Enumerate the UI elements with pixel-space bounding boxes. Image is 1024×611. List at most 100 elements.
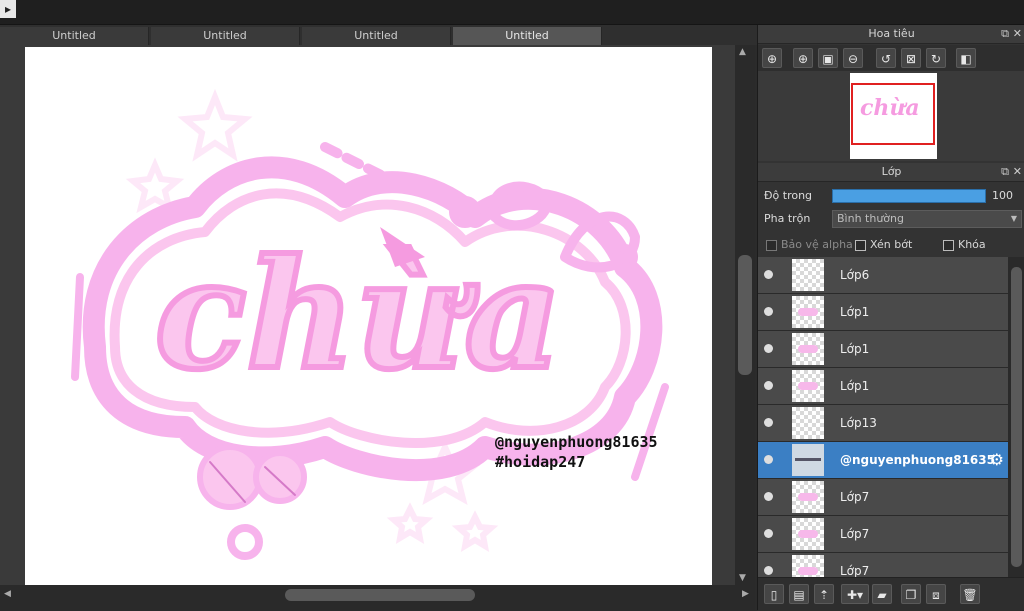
layer-name: Lớp7: [840, 527, 870, 541]
zoom-actual-icon[interactable]: ▣: [818, 48, 838, 68]
navigator-title: Hoa tiêu: [868, 27, 915, 40]
layer-name: Lớp1: [840, 342, 870, 356]
undock-icon[interactable]: ⧉: [1001, 25, 1009, 43]
layer-thumbnail: [792, 259, 824, 291]
layer-thumbnail: [792, 407, 824, 439]
layer-thumbnail: [792, 555, 824, 577]
layer-name: Lớp1: [840, 379, 870, 393]
layer-list-scrollbar[interactable]: [1008, 257, 1024, 577]
visibility-icon[interactable]: [764, 381, 773, 390]
undock-icon[interactable]: ⧉: [1001, 163, 1009, 181]
layer-thumbnail: [792, 444, 824, 476]
checkbox-box[interactable]: [766, 239, 777, 251]
navigator-toolbar: ⊕ ⊕ ▣ ⊖ ↺ ⊠ ↻ ◧: [758, 45, 1024, 71]
visibility-icon[interactable]: [764, 307, 773, 316]
flip-icon[interactable]: ◧: [956, 48, 976, 68]
right-panel: Hoa tiêu ⧉ ✕ ⊕ ⊕ ▣ ⊖ ↺ ⊠ ↻ ◧ chừa Lớp ⧉ …: [757, 25, 1024, 611]
thumbnail-text: chừa: [860, 95, 920, 121]
document-tabs: Untitled Untitled Untitled Untitled: [0, 25, 757, 45]
checkbox-box[interactable]: [943, 239, 954, 251]
drawing-canvas[interactable]: chừa @nguyenphuong81635 #hoidap247: [25, 47, 712, 585]
layer-thumbnail: [792, 296, 824, 328]
navigator-preview[interactable]: chừa: [758, 71, 1024, 161]
visibility-icon[interactable]: [764, 418, 773, 427]
vertical-scroll-thumb[interactable]: [738, 255, 752, 375]
artwork-title: chừa: [155, 227, 562, 403]
zoom-in-icon[interactable]: ⊕: [762, 48, 782, 68]
blend-mode-value: Bình thường: [837, 212, 904, 225]
visibility-icon[interactable]: [764, 529, 773, 538]
duplicate-layer-icon[interactable]: ❐: [901, 584, 921, 604]
layer-row[interactable]: Lớp7: [758, 479, 1008, 516]
fit-window-icon[interactable]: ⊠: [901, 48, 921, 68]
zoom-out-icon[interactable]: ⊖: [843, 48, 863, 68]
layer-row[interactable]: Lớp7: [758, 553, 1008, 577]
new-layer-icon[interactable]: ▯: [764, 584, 784, 604]
scroll-right-icon[interactable]: ▶: [742, 589, 749, 599]
clipping-label: Xén bớt: [870, 238, 913, 251]
rotate-right-icon[interactable]: ↻: [926, 48, 946, 68]
layers-header: Lớp ⧉ ✕: [758, 163, 1024, 182]
watermark-hashtag: #hoidap247: [495, 453, 585, 471]
add-layer-menu-icon[interactable]: ✚▾: [841, 584, 869, 604]
layer-row[interactable]: Lớp1: [758, 331, 1008, 368]
layer-row[interactable]: Lớp6: [758, 257, 1008, 294]
close-icon[interactable]: ✕: [1013, 25, 1022, 43]
clipping-checkbox[interactable]: Xén bớt: [855, 235, 912, 255]
navigator-header: Hoa tiêu ⧉ ✕: [758, 25, 1024, 44]
layer-row[interactable]: Lớp13: [758, 405, 1008, 442]
gear-icon[interactable]: ⚙: [990, 450, 1004, 470]
layer-list[interactable]: Lớp6 Lớp1 Lớp1 Lớp1 Lớp13 @nguyenphuong8…: [758, 257, 1008, 577]
visibility-icon[interactable]: [764, 492, 773, 501]
lock-checkbox[interactable]: Khóa: [943, 235, 986, 255]
tab-untitled-2[interactable]: Untitled: [151, 27, 300, 45]
trash-icon[interactable]: 🗑: [960, 584, 980, 604]
opacity-slider[interactable]: [832, 189, 986, 203]
layer-thumbnail: [792, 370, 824, 402]
blend-row: Pha trộn Bình thường ▼: [758, 208, 1024, 230]
layer-name: Lớp7: [840, 490, 870, 504]
blend-mode-select[interactable]: Bình thường ▼: [832, 210, 1022, 228]
layer-scroll-thumb[interactable]: [1011, 267, 1022, 567]
layer-options: Bảo vệ alpha Xén bớt Khóa: [758, 235, 1024, 255]
folder-icon[interactable]: ▰: [872, 584, 892, 604]
visibility-icon[interactable]: [764, 344, 773, 353]
chevron-down-icon: ▼: [1010, 214, 1017, 223]
import-layer-icon[interactable]: ⇡: [814, 584, 834, 604]
layer-row[interactable]: Lớp7: [758, 516, 1008, 553]
scroll-left-icon[interactable]: ◀: [4, 589, 11, 599]
new-layer-folder-icon[interactable]: ▤: [789, 584, 809, 604]
canvas-thumbnail[interactable]: chừa: [850, 73, 937, 159]
layer-row[interactable]: Lớp1: [758, 294, 1008, 331]
layers-title: Lớp: [881, 165, 902, 178]
layer-name: Lớp1: [840, 305, 870, 319]
tab-untitled-4[interactable]: Untitled: [453, 27, 602, 45]
visibility-icon[interactable]: [764, 455, 773, 464]
tab-untitled-3[interactable]: Untitled: [302, 27, 451, 45]
menu-arrow-icon[interactable]: ▸: [0, 0, 16, 18]
protect-alpha-checkbox[interactable]: Bảo vệ alpha: [766, 235, 853, 255]
checkbox-box[interactable]: [855, 239, 866, 251]
canvas-area[interactable]: chừa @nguyenphuong81635 #hoidap247: [0, 45, 735, 585]
layer-row-selected[interactable]: @nguyenphuong81635 ⚙: [758, 442, 1008, 479]
layer-name: @nguyenphuong81635: [840, 453, 995, 467]
visibility-icon[interactable]: [764, 566, 773, 575]
tab-untitled-1[interactable]: Untitled: [0, 27, 149, 45]
layer-row[interactable]: Lớp1: [758, 368, 1008, 405]
merge-layer-icon[interactable]: ⧈: [926, 584, 946, 604]
layer-thumbnail: [792, 333, 824, 365]
zoom-fit-icon[interactable]: ⊕: [793, 48, 813, 68]
scroll-up-icon[interactable]: ▲: [739, 47, 746, 57]
rotate-left-icon[interactable]: ↺: [876, 48, 896, 68]
blend-label: Pha trộn: [764, 212, 811, 225]
canvas-vertical-scrollbar[interactable]: ▲ ▼: [735, 45, 755, 585]
visibility-icon[interactable]: [764, 270, 773, 279]
close-icon[interactable]: ✕: [1013, 163, 1022, 181]
artwork: chừa @nguyenphuong81635 #hoidap247: [71, 88, 669, 560]
layer-thumbnail: [792, 518, 824, 550]
canvas-horizontal-scrollbar[interactable]: ◀ ▶: [0, 585, 755, 610]
watermark-handle: @nguyenphuong81635: [495, 433, 658, 451]
horizontal-scroll-thumb[interactable]: [285, 589, 475, 601]
scroll-down-icon[interactable]: ▼: [739, 573, 746, 583]
layer-thumbnail: [792, 481, 824, 513]
